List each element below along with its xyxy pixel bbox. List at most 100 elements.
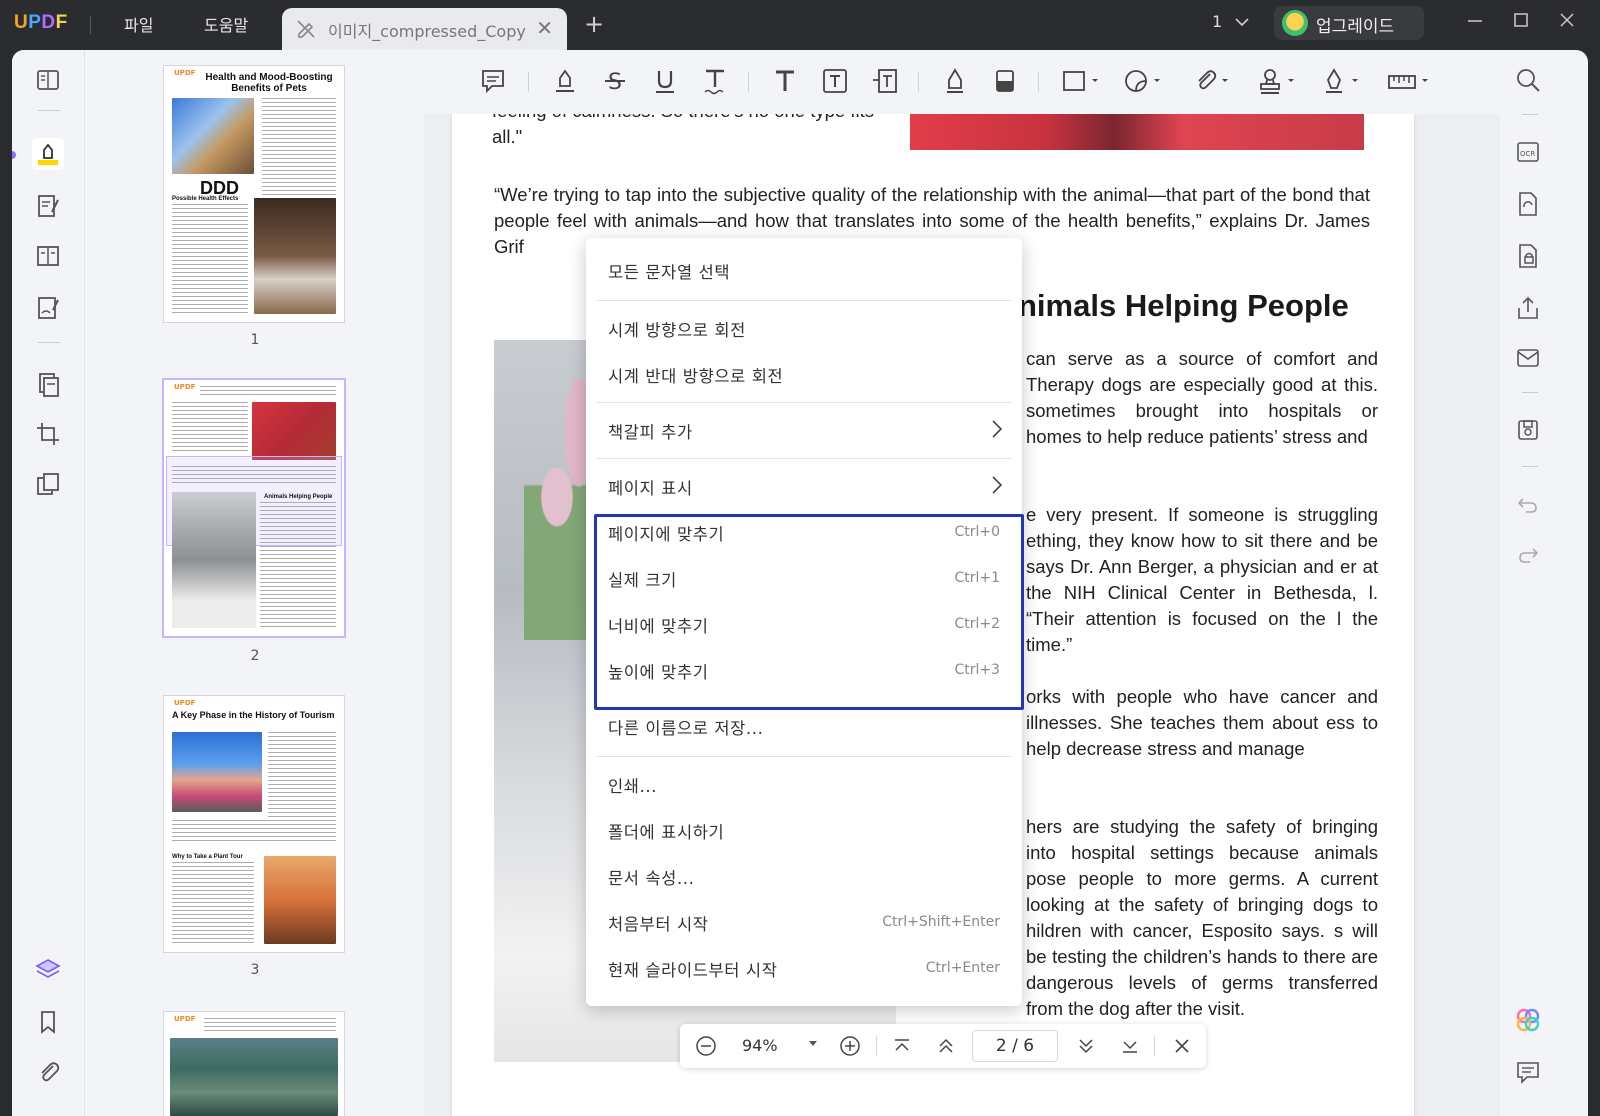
- page-number-input[interactable]: 2 / 6: [972, 1030, 1058, 1062]
- text-callout-tool[interactable]: [870, 66, 902, 98]
- convert-pdf-button[interactable]: [1514, 190, 1546, 222]
- convert-button[interactable]: [32, 368, 64, 400]
- layers-icon: [35, 959, 61, 978]
- page-thumbnail-2[interactable]: UPDF Animals Helping People: [164, 380, 344, 636]
- bookmark-button[interactable]: [32, 1006, 64, 1038]
- ocr-button[interactable]: OCR: [1514, 138, 1546, 170]
- underline-tool[interactable]: [650, 66, 682, 98]
- chevron-down-icon: [1235, 18, 1249, 27]
- left-toolbar: [12, 50, 84, 1116]
- eraser-tool[interactable]: [990, 66, 1022, 98]
- strikethrough-icon: S: [605, 70, 625, 95]
- zoom-in-icon: [840, 1036, 860, 1056]
- page-thumbnail-4[interactable]: UPDF: [164, 1012, 344, 1116]
- document-tab[interactable]: 이미지_compressed_Copy ✕: [282, 8, 567, 50]
- menu-start-from-current-slide[interactable]: 현재 슬라이드부터 시작 Ctrl+Enter: [586, 946, 1022, 992]
- squiggly-tool[interactable]: [700, 66, 732, 98]
- highlighter-icon: [38, 143, 58, 165]
- thumb-logo: UPDF: [174, 383, 196, 391]
- caret-down-icon[interactable]: [808, 1040, 818, 1048]
- close-window-button[interactable]: [1558, 10, 1576, 34]
- save-button[interactable]: [1514, 416, 1546, 448]
- signature-tool[interactable]: [1320, 66, 1364, 98]
- maximize-button[interactable]: [1512, 10, 1530, 34]
- redo-button[interactable]: [1514, 540, 1546, 572]
- menu-item-label: 책갈피 추가: [608, 423, 693, 442]
- menu-rotate-clockwise[interactable]: 시계 방향으로 회전: [586, 306, 1022, 352]
- paragraph-4: hers are studying the safety of bringing…: [1026, 816, 1378, 1019]
- menu-separator: [596, 756, 1012, 757]
- menu-item-label: 폴더에 표시하기: [608, 823, 725, 842]
- zoom-out-button[interactable]: [692, 1032, 720, 1060]
- ai-assistant-icon: [1516, 1008, 1540, 1032]
- layers-button[interactable]: [32, 954, 64, 986]
- strikethrough-tool[interactable]: S: [600, 66, 632, 98]
- menu-add-bookmark[interactable]: 책갈피 추가: [586, 408, 1022, 454]
- new-tab-button[interactable]: +: [584, 10, 604, 38]
- menu-file[interactable]: 파일: [124, 12, 153, 36]
- measure-tool[interactable]: [1386, 66, 1434, 98]
- menu-page-display[interactable]: 페이지 표시: [586, 464, 1022, 510]
- highlight-tool[interactable]: [550, 66, 582, 98]
- email-button[interactable]: [1514, 344, 1546, 376]
- tab-title: 이미지_compressed_Copy: [328, 22, 526, 41]
- last-page-button[interactable]: [1116, 1032, 1144, 1060]
- minimize-button[interactable]: [1466, 10, 1484, 34]
- page-thumbnail-1[interactable]: UPDF Health and Mood-Boosting Benefits o…: [164, 66, 344, 322]
- protect-button[interactable]: [32, 468, 64, 500]
- convert-file-icon: [1519, 192, 1537, 216]
- menu-help[interactable]: 도움말: [204, 12, 248, 36]
- menu-select-all-text[interactable]: 모든 문자열 선택: [586, 248, 1022, 294]
- textbox-tool[interactable]: [820, 66, 852, 98]
- text-tool[interactable]: [770, 66, 802, 98]
- tab-close-icon[interactable]: ✕: [536, 16, 553, 40]
- comments-panel-button[interactable]: [1514, 1058, 1546, 1090]
- window-selector[interactable]: 1: [1212, 12, 1249, 31]
- share-button[interactable]: [1514, 294, 1546, 326]
- dog-photo: [254, 198, 336, 314]
- undo-button[interactable]: [1514, 490, 1546, 522]
- search-button[interactable]: [1514, 66, 1546, 98]
- sticker-tool[interactable]: [1122, 66, 1166, 98]
- menu-save-as[interactable]: 다른 이름으로 저장...: [586, 704, 1022, 750]
- fill-sign-button[interactable]: [32, 292, 64, 324]
- zoom-in-button[interactable]: [836, 1032, 864, 1060]
- upgrade-label: 업그레이드: [1316, 17, 1395, 37]
- menu-item-label: 모든 문자열 선택: [608, 263, 731, 282]
- page-thumbnail-3[interactable]: UPDF A Key Phase in the History of Touri…: [164, 696, 344, 952]
- menu-show-in-folder[interactable]: 폴더에 표시하기: [586, 808, 1022, 854]
- lake-photo: [170, 1038, 338, 1116]
- menu-rotate-counterclockwise[interactable]: 시계 반대 방향으로 회전: [586, 352, 1022, 398]
- thumb-text: [172, 402, 248, 454]
- attach-tool[interactable]: [1190, 66, 1234, 98]
- crop-button[interactable]: [32, 418, 64, 450]
- maximize-icon: [1514, 13, 1528, 27]
- protect-pdf-button[interactable]: [1514, 242, 1546, 274]
- chevron-right-icon: [992, 476, 1003, 494]
- attachment-button[interactable]: [32, 1056, 64, 1088]
- ai-assistant-button[interactable]: [1514, 1006, 1546, 1038]
- comment-mode-button[interactable]: [32, 138, 64, 170]
- cat-photo: [172, 492, 256, 628]
- toolbar-separator: [1038, 72, 1039, 92]
- menu-print[interactable]: 인쇄...: [586, 762, 1022, 808]
- pencil-tool[interactable]: [940, 66, 972, 98]
- menu-document-properties[interactable]: 문서 속성...: [586, 854, 1022, 900]
- lock-file-icon: [1519, 244, 1537, 268]
- annotation-toolbar: S: [424, 50, 1524, 114]
- reader-mode-button[interactable]: [32, 64, 64, 96]
- previous-page-button[interactable]: [932, 1032, 960, 1060]
- comment-tool[interactable]: [478, 66, 510, 98]
- menu-start-from-beginning[interactable]: 처음부터 시작 Ctrl+Shift+Enter: [586, 900, 1022, 946]
- havana-photo: [172, 732, 262, 812]
- page-organize-button[interactable]: [32, 240, 64, 272]
- close-navbar-button[interactable]: [1168, 1032, 1196, 1060]
- edit-mode-button[interactable]: [32, 190, 64, 222]
- zoom-level[interactable]: 94%: [742, 1036, 778, 1055]
- shape-tool[interactable]: [1060, 66, 1104, 98]
- upgrade-button[interactable]: 업그레이드: [1274, 6, 1424, 40]
- next-page-button[interactable]: [1072, 1032, 1100, 1060]
- nav-separator: [1154, 1036, 1155, 1056]
- stamp-tool[interactable]: [1256, 66, 1300, 98]
- first-page-button[interactable]: [888, 1032, 916, 1060]
